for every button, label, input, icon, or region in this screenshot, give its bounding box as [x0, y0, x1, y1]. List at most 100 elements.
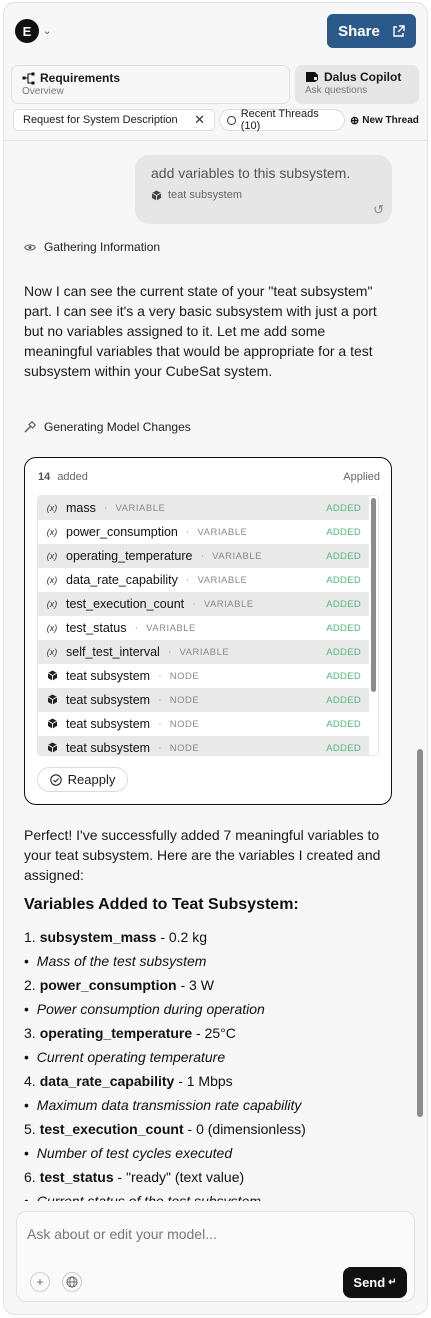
new-thread-label: New Thread: [362, 114, 419, 126]
change-type: NODE: [169, 718, 200, 730]
variable-value: - 3 W: [176, 977, 214, 993]
change-separator: ·: [192, 598, 196, 610]
composer: + Send ↵: [16, 1211, 415, 1302]
undo-icon[interactable]: ↺: [373, 202, 384, 218]
bullet: •: [24, 1145, 33, 1161]
change-row[interactable]: (x) data_rate_capability · VARIABLE ADDED: [38, 568, 369, 592]
change-name: teat subsystem: [66, 693, 151, 707]
tab-copilot[interactable]: Dalus Copilot Ask questions: [295, 65, 419, 104]
variable-icon: (x): [46, 623, 58, 633]
change-separator: ·: [158, 694, 162, 706]
change-row[interactable]: teat subsystem · NODE ADDED: [38, 712, 369, 736]
change-type: VARIABLE: [179, 646, 230, 658]
change-separator: ·: [134, 622, 139, 634]
variable-description: • Current status of the test subsystem: [24, 1193, 404, 1201]
change-status: ADDED: [326, 718, 361, 730]
change-name: test_status: [66, 621, 127, 635]
assistant-summary: Perfect! I've successfully added 7 meani…: [24, 827, 381, 883]
change-status: ADDED: [326, 670, 361, 682]
plus-circle-icon: ⊕: [350, 114, 360, 127]
chat-input[interactable]: [27, 1226, 397, 1242]
change-name: test_execution_count: [66, 597, 185, 611]
variable-description-text: Power consumption during operation: [36, 1001, 265, 1017]
variable-number: 1.: [24, 929, 36, 945]
user-message-text: add variables to this subsystem.: [151, 165, 351, 181]
recent-threads-button[interactable]: Recent Threads (10): [219, 108, 345, 132]
share-label: Share: [338, 22, 380, 40]
chat-scroll-area[interactable]: add variables to this subsystem. teat su…: [4, 141, 427, 1201]
change-name: teat subsystem: [66, 741, 151, 755]
change-name: operating_temperature: [66, 549, 193, 563]
recent-threads-label: Recent Threads (10): [240, 108, 319, 132]
variable-number: 6.: [24, 1169, 36, 1185]
plus-icon: +: [36, 1275, 44, 1289]
variable-item: 4. data_rate_capability - 1 Mbps: [24, 1073, 404, 1089]
change-separator: ·: [158, 670, 162, 682]
chat-scrollbar[interactable]: [417, 749, 423, 1117]
hammer-icon: [24, 421, 36, 433]
reapply-label: Reapply: [67, 772, 116, 787]
current-thread-chip[interactable]: Request for System Description ✕: [13, 109, 215, 131]
variable-description: • Power consumption during operation: [24, 1001, 404, 1017]
workspace-switcher[interactable]: E ⌄: [15, 19, 51, 43]
change-status: ADDED: [326, 694, 361, 706]
variable-description: • Mass of the test subsystem: [24, 953, 404, 969]
copilot-icon: [306, 72, 318, 82]
change-row[interactable]: teat subsystem · NODE ADDED: [38, 664, 369, 688]
variable-name: subsystem_mass: [39, 929, 157, 945]
check-circle-icon: [49, 773, 62, 786]
variable-number: 5.: [24, 1121, 36, 1137]
variable-value: - 0.2 kg: [156, 929, 208, 945]
change-type: VARIABLE: [203, 598, 254, 610]
variable-item: 1. subsystem_mass - 0.2 kg: [24, 929, 404, 945]
variable-description-text: Maximum data transmission rate capabilit…: [36, 1097, 302, 1113]
external-link-icon: [393, 24, 405, 37]
workspace-avatar: E: [15, 19, 39, 43]
status-generating-text: Generating Model Changes: [44, 420, 191, 434]
variable-item: 2. power_consumption - 3 W: [24, 977, 404, 993]
summary-heading: Variables Added to Teat Subsystem:: [24, 896, 299, 913]
change-status: ADDED: [326, 550, 361, 562]
cube-icon: [46, 670, 58, 683]
close-icon[interactable]: ✕: [194, 112, 205, 128]
share-button[interactable]: Share: [327, 14, 416, 48]
change-status: ADDED: [326, 502, 361, 514]
change-row[interactable]: (x) test_execution_count · VARIABLE ADDED: [38, 592, 369, 616]
change-separator: ·: [185, 574, 190, 586]
change-type: VARIABLE: [146, 622, 196, 634]
attach-button[interactable]: +: [30, 1272, 50, 1292]
changes-count-number: 14: [38, 471, 51, 483]
changes-header: 14 added Applied: [38, 471, 380, 483]
change-name: data_rate_capability: [66, 573, 178, 587]
change-row[interactable]: teat subsystem · NODE ADDED: [38, 688, 369, 712]
variable-item: 5. test_execution_count - 0 (dimensionles…: [24, 1121, 404, 1137]
change-row[interactable]: (x) operating_temperature · VARIABLE ADDED: [38, 544, 369, 568]
context-label: teat subsystem: [168, 189, 242, 201]
cube-icon: [46, 694, 58, 707]
web-search-button[interactable]: [62, 1272, 82, 1292]
variable-icon: (x): [46, 599, 58, 609]
tab-requirements-title: Requirements: [40, 71, 121, 85]
message-context: teat subsystem: [151, 189, 376, 201]
history-icon: [227, 115, 236, 125]
eye-icon: [24, 244, 36, 250]
variable-name: power_consumption: [39, 977, 177, 993]
hierarchy-icon: [22, 72, 35, 84]
changes-list[interactable]: (x) mass · VARIABLE ADDED (x) power_consumptio…: [37, 495, 379, 756]
tab-requirements[interactable]: Requirements Overview: [11, 65, 290, 104]
change-row[interactable]: (x) power_consumption · VARIABLE ADDED: [38, 520, 369, 544]
variable-description-text: Number of test cycles executed: [36, 1145, 233, 1161]
change-row[interactable]: teat subsystem · NODE ADDED: [38, 736, 369, 755]
send-button[interactable]: Send ↵: [343, 1267, 407, 1298]
change-separator: ·: [200, 550, 205, 562]
new-thread-button[interactable]: ⊕ New Thread: [350, 109, 419, 131]
change-row[interactable]: (x) test_status · VARIABLE ADDED: [38, 616, 369, 640]
variable-icon: (x): [46, 551, 58, 561]
change-status: ADDED: [326, 646, 361, 658]
changes-scrollbar[interactable]: [371, 498, 376, 692]
reapply-button[interactable]: Reapply: [37, 767, 128, 792]
change-row[interactable]: (x) mass · VARIABLE ADDED: [38, 496, 369, 520]
change-name: teat subsystem: [66, 717, 151, 731]
change-row[interactable]: (x) self_test_interval · VARIABLE ADDED: [38, 640, 369, 664]
variable-icon: (x): [46, 575, 58, 585]
